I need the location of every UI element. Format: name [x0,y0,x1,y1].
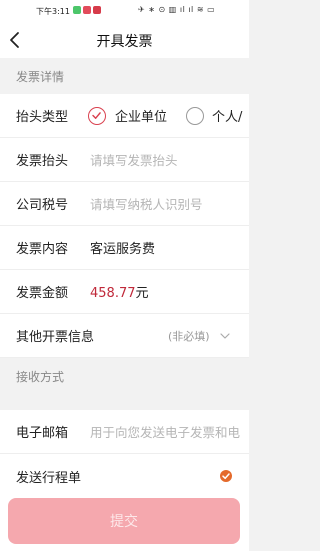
navbar: 开具发票 [0,22,249,58]
app-notification-icon [83,6,91,14]
invoice-amount-value: 458.77元 [90,282,149,301]
invoice-content-row: 发票内容 客运服务费 [0,226,249,270]
invoice-title-input[interactable]: 请填写发票抬头 [90,150,249,169]
other-info-row[interactable]: 其他开票信息 (非必填) [0,314,249,358]
invoice-title-row: 发票抬头 请填写发票抬头 [0,138,249,182]
tax-number-input[interactable]: 请填写纳税人识别号 [90,194,249,213]
app-notification-icon [93,6,101,14]
optional-hint: (非必填) [168,329,210,343]
tax-number-label: 公司税号 [16,198,69,213]
section-title: 发票详情 [16,69,65,84]
amount-number: 458.77 [90,286,136,301]
submit-area: 提交 [0,485,249,551]
radio-personal-label[interactable]: 个人/ [212,106,242,125]
other-info-label: 其他开票信息 [16,330,95,345]
email-input[interactable]: 用于向您发送电子发票和电 [90,422,249,441]
invoice-content-value: 客运服务费 [90,242,156,257]
system-status-icons: ✈ ∗ ⊙ ▥ ıl ıl ≋ ▭ [138,5,216,14]
itinerary-label: 发送行程单 [16,470,82,486]
app-notification-icon [73,6,81,14]
section-title: 接收方式 [16,369,65,384]
itinerary-checkbox[interactable] [220,470,232,482]
amount-unit: 元 [135,286,149,301]
radio-personal[interactable] [186,106,204,125]
status-bar: 下午3:11 ✈ ∗ ⊙ ▥ ıl ıl ≋ ▭ [0,0,249,22]
email-row: 电子邮箱 用于向您发送电子发票和电 [0,410,249,454]
invoice-amount-label: 发票金额 [16,286,69,301]
section-header-invoice-details: 发票详情 [0,58,249,94]
header-type-label: 抬头类型 [16,110,69,125]
tax-number-row: 公司税号 请填写纳税人识别号 [0,182,249,226]
section-header-receive-method: 接收方式 [0,358,249,394]
status-time: 下午3:11 [36,7,70,16]
submit-button[interactable]: 提交 [8,498,240,544]
header-type-row: 抬头类型 企业单位 个人/ [0,94,249,138]
invoice-title-label: 发票抬头 [16,154,69,169]
invoice-amount-row: 发票金额 458.77元 [0,270,249,314]
chevron-down-icon[interactable] [219,330,231,342]
email-label: 电子邮箱 [16,426,69,441]
page-title: 开具发票 [96,34,153,50]
radio-company-label[interactable]: 企业单位 [115,106,167,125]
radio-company[interactable] [88,106,106,125]
checkmark-icon [222,473,230,480]
invoice-content-label: 发票内容 [16,242,69,257]
checkmark-icon [92,111,101,119]
